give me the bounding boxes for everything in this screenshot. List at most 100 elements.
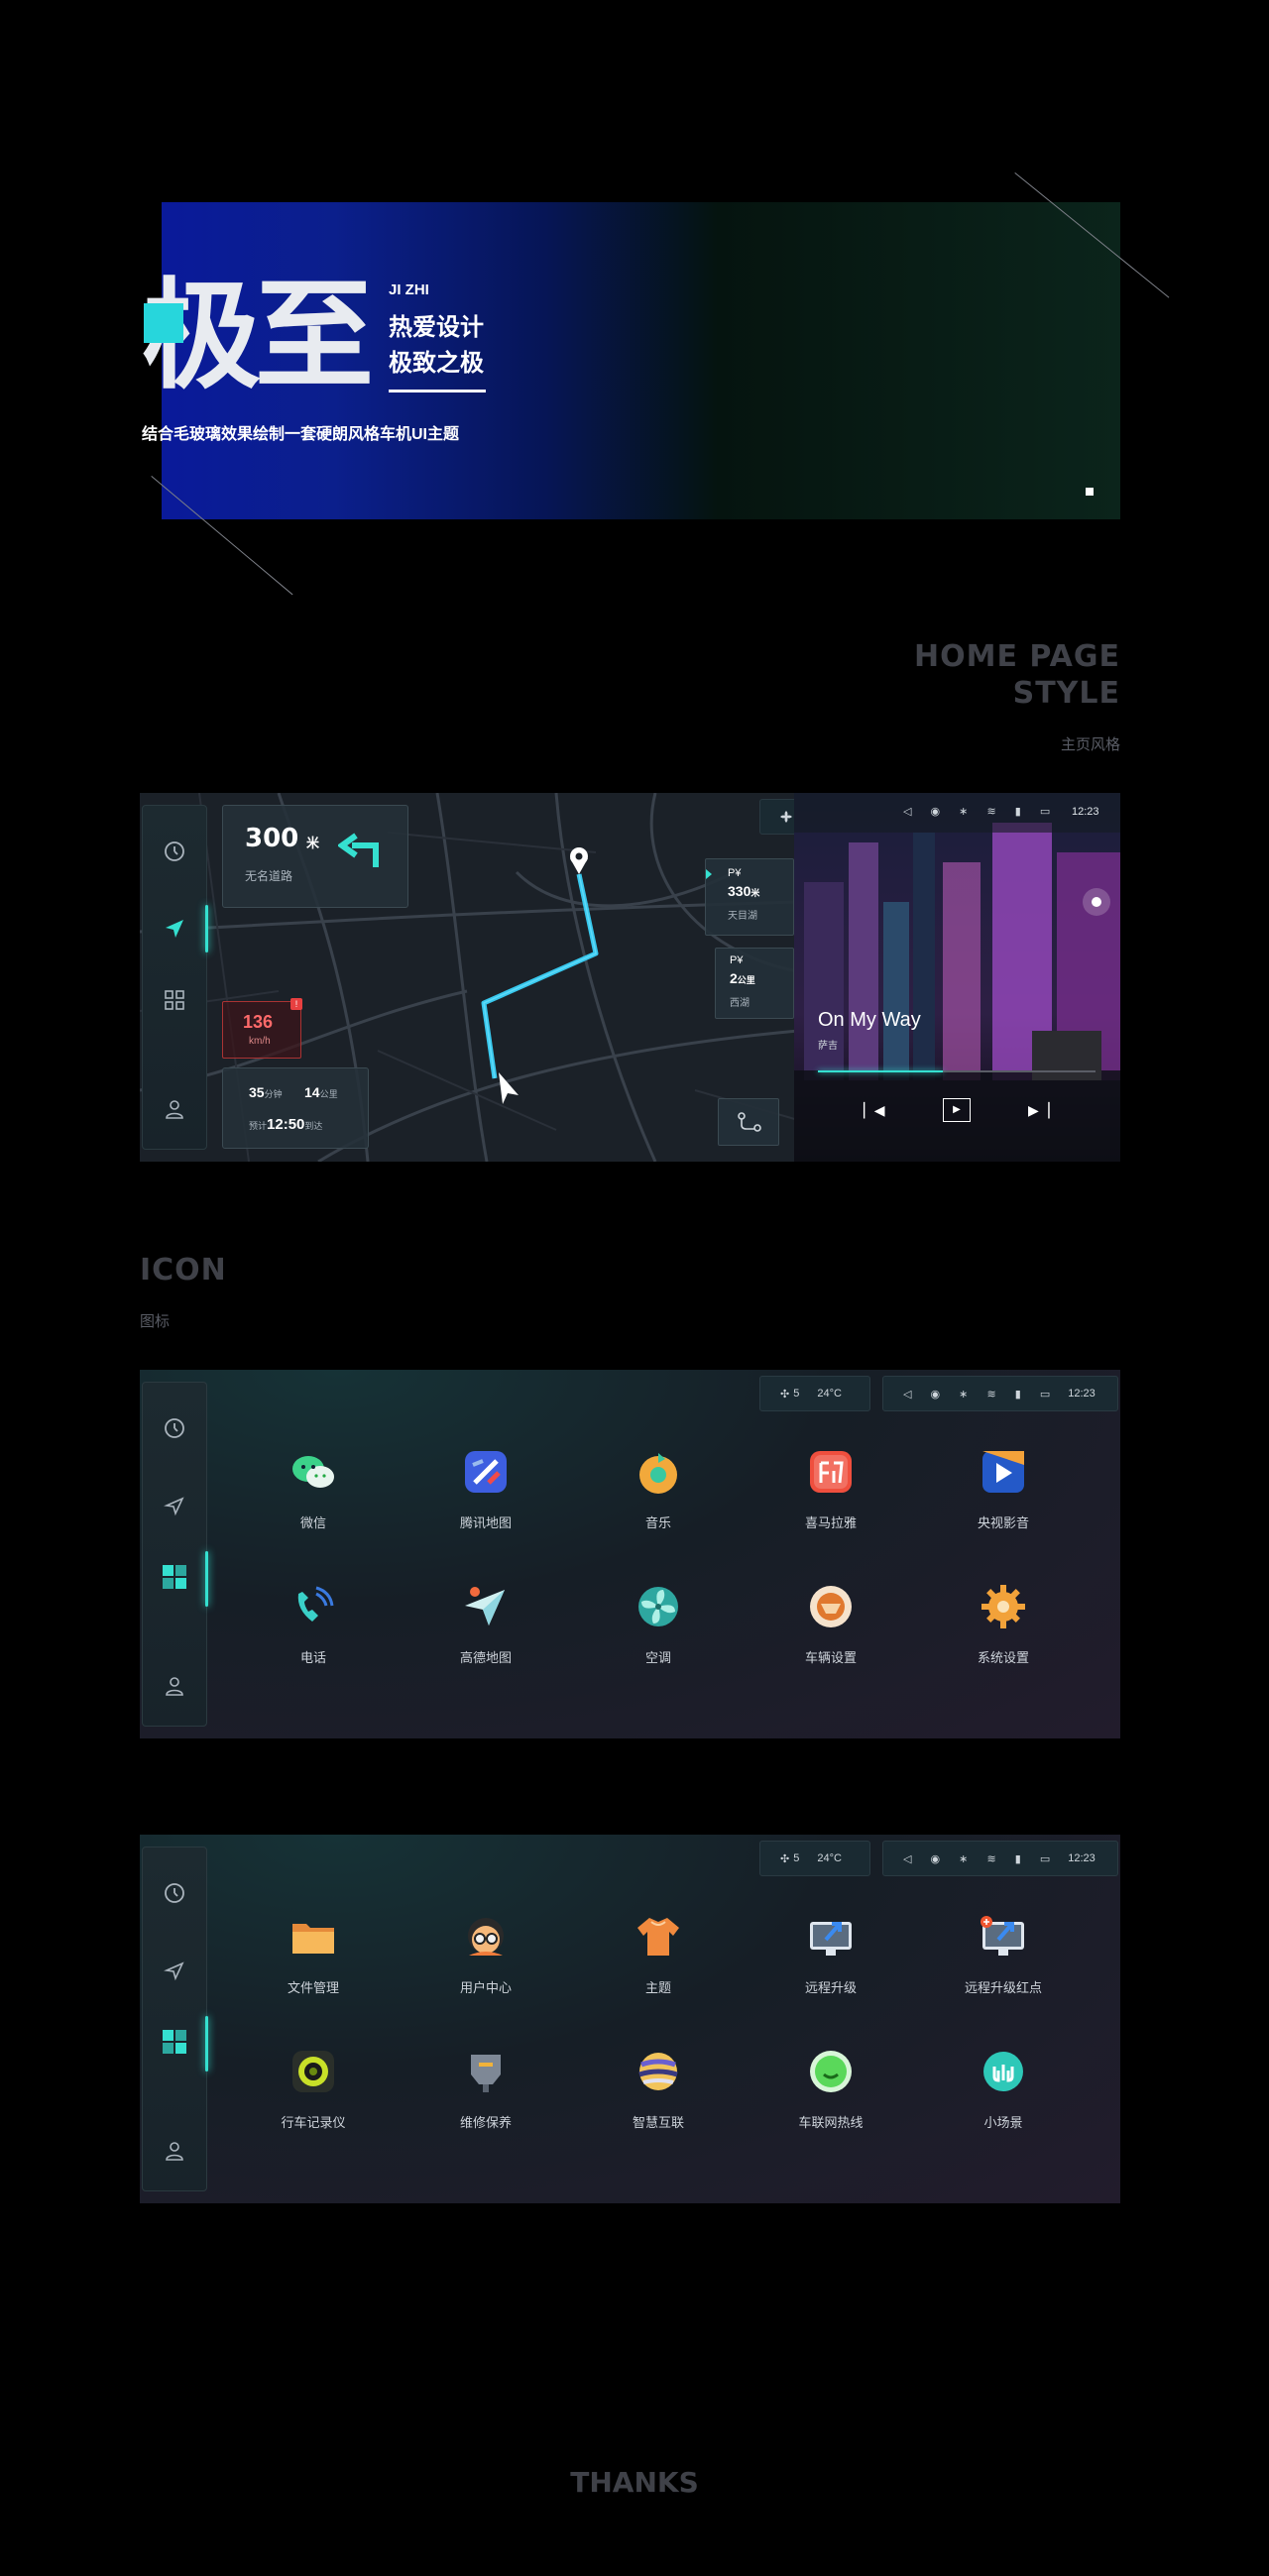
parking2-name: 西湖 <box>730 998 750 1009</box>
route-button[interactable] <box>718 1098 779 1146</box>
speed-card: 136 km/h <box>222 1001 301 1059</box>
icon-page-2: ✣ 5 24°C ◁ ◉ ∗ ≋ ▮ ▭ 12:23 文件管理 用户中心 主题 … <box>140 1835 1120 2203</box>
app-label: 高德地图 <box>459 1650 512 1665</box>
app-wechat[interactable]: 微信 <box>227 1427 400 1562</box>
turn-unit: 米 <box>306 836 320 850</box>
app-label: 小场景 <box>983 2115 1023 2130</box>
app-music[interactable]: 音乐 <box>572 1427 745 1562</box>
speed-warning-icon: ! <box>290 998 302 1010</box>
song-title: On My Way <box>818 1009 921 1031</box>
hotline-icon <box>804 2045 858 2098</box>
tencent-map-icon <box>459 1445 513 1499</box>
app-maintenance[interactable]: 维修保养 <box>400 2027 572 2162</box>
folder-icon <box>287 1910 340 1963</box>
app-label: 喜马拉雅 <box>804 1515 857 1530</box>
app-air-conditioner[interactable]: 空调 <box>572 1562 745 1697</box>
navigation-icon[interactable] <box>159 913 190 945</box>
wechat-icon <box>287 1445 340 1499</box>
app-theme[interactable]: 主题 <box>572 1892 745 2027</box>
dashboard-clock-icon[interactable] <box>159 1412 190 1444</box>
temperature: 24°C <box>817 1852 842 1864</box>
app-label: 音乐 <box>644 1515 671 1530</box>
app-label: 维修保养 <box>459 2115 512 2130</box>
app-user-center[interactable]: 用户中心 <box>400 1892 572 2027</box>
app-label: 央视影音 <box>977 1515 1029 1530</box>
play-button[interactable]: ▶ <box>943 1098 971 1122</box>
climate-status[interactable]: ✣ 5 24°C <box>759 1841 870 1876</box>
clock: 12:23 <box>1068 1852 1096 1864</box>
cctv-video-icon <box>977 1445 1030 1499</box>
section-icon-subtitle: 图标 <box>140 1313 171 1330</box>
next-track-icon[interactable]: ▶▕ <box>1028 1102 1050 1119</box>
ximalaya-icon <box>804 1445 858 1499</box>
system-status-icons: ◁ ◉ ∗ ≋ ▮ ▭ <box>903 1388 1059 1400</box>
app-phone[interactable]: 电话 <box>227 1562 400 1697</box>
parking2-distance: 2 <box>730 970 738 986</box>
fan-icon: ✣ <box>780 1852 790 1865</box>
app-ximalaya[interactable]: 喜马拉雅 <box>745 1427 917 1562</box>
apps-grid-icon[interactable] <box>159 2026 190 2058</box>
app-smart-connect[interactable]: 智慧互联 <box>572 2027 745 2162</box>
turn-left-arrow-icon <box>338 833 379 867</box>
parking2-unit: 公里 <box>737 975 755 985</box>
theme-shirt-icon <box>632 1910 685 1963</box>
user-icon[interactable] <box>159 2135 190 2167</box>
hero-description: 结合毛玻璃效果绘制一套硬朗风格车机UI主题 <box>142 426 460 443</box>
system-status-icons: ◁ ◉ ∗ ≋ ▮ ▭ <box>903 1852 1059 1865</box>
song-artist: 萨吉 <box>818 1041 838 1052</box>
app-remote-upgrade-badge[interactable]: 远程升级红点 <box>917 1892 1090 2027</box>
app-hotline[interactable]: 车联网热线 <box>745 2027 917 2162</box>
user-icon[interactable] <box>159 1670 190 1702</box>
vehicle-settings-icon <box>804 1580 858 1633</box>
app-vehicle-settings[interactable]: 车辆设置 <box>745 1562 917 1697</box>
speed-value: 136 <box>243 1012 274 1032</box>
hero-subtitle-line1: 热爱设计 <box>389 314 484 341</box>
parking-card-2[interactable]: P¥ 2公里 西湖 <box>715 948 794 1019</box>
progress-track[interactable] <box>818 1070 1096 1072</box>
parking-pointer <box>706 869 712 879</box>
dashboard-clock-icon[interactable] <box>159 1877 190 1909</box>
hero-accent-block <box>144 303 183 343</box>
smart-connect-icon <box>632 2045 685 2098</box>
user-icon[interactable] <box>159 1093 190 1125</box>
app-label: 行车记录仪 <box>281 2115 346 2130</box>
navigation-icon[interactable] <box>159 1955 190 1986</box>
apps-grid-icon[interactable] <box>159 1561 190 1593</box>
eta-prefix: 预计 <box>249 1121 268 1131</box>
app-label: 系统设置 <box>977 1650 1029 1665</box>
app-mini-scene[interactable]: 小场景 <box>917 2027 1090 2162</box>
user-center-icon <box>459 1910 513 1963</box>
fan-icon <box>780 811 792 823</box>
section-home-subtitle: 主页风格 <box>1060 736 1120 753</box>
temperature: 24°C <box>817 1388 842 1400</box>
climate-status[interactable]: ✣ 5 24°C <box>759 1376 870 1411</box>
navigation-icon[interactable] <box>159 1490 190 1521</box>
fan-icon: ✣ <box>780 1388 790 1400</box>
system-status-bar: ◁ ◉ ∗ ≋ ▮ ▭ 12:23 <box>882 1841 1118 1876</box>
app-system-settings[interactable]: 系统设置 <box>917 1562 1090 1697</box>
speed-unit: km/h <box>249 1036 271 1047</box>
app-dashcam[interactable]: 行车记录仪 <box>227 2027 400 2162</box>
app-amap[interactable]: 高德地图 <box>400 1562 572 1697</box>
trip-km-unit: 公里 <box>319 1089 338 1099</box>
app-label: 远程升级红点 <box>964 1980 1042 1995</box>
prev-track-icon[interactable]: ▏◀ <box>864 1102 885 1119</box>
dashboard-clock-icon[interactable] <box>159 836 190 867</box>
clock: 12:23 <box>1068 1388 1096 1400</box>
section-home-title-line2: STYLE <box>1012 676 1120 711</box>
section-home-title-line1: HOME PAGE <box>914 639 1120 674</box>
clock: 12:23 <box>1072 806 1099 818</box>
app-remote-upgrade[interactable]: 远程升级 <box>745 1892 917 2027</box>
app-file-manager[interactable]: 文件管理 <box>227 1892 400 2027</box>
active-indicator <box>205 905 208 952</box>
trip-minutes-unit: 分钟 <box>264 1089 283 1099</box>
app-tencent-map[interactable]: 腾讯地图 <box>400 1427 572 1562</box>
turn-distance: 300 <box>245 824 299 853</box>
app-label: 腾讯地图 <box>459 1515 512 1530</box>
parking-card-1[interactable]: P¥ 330米 天目湖 <box>705 858 794 936</box>
hero-divider <box>389 390 486 392</box>
app-cctv-video[interactable]: 央视影音 <box>917 1427 1090 1562</box>
apps-grid-icon[interactable] <box>159 984 190 1016</box>
sidebar <box>142 805 208 1150</box>
eta-time: 12:50 <box>267 1116 305 1133</box>
